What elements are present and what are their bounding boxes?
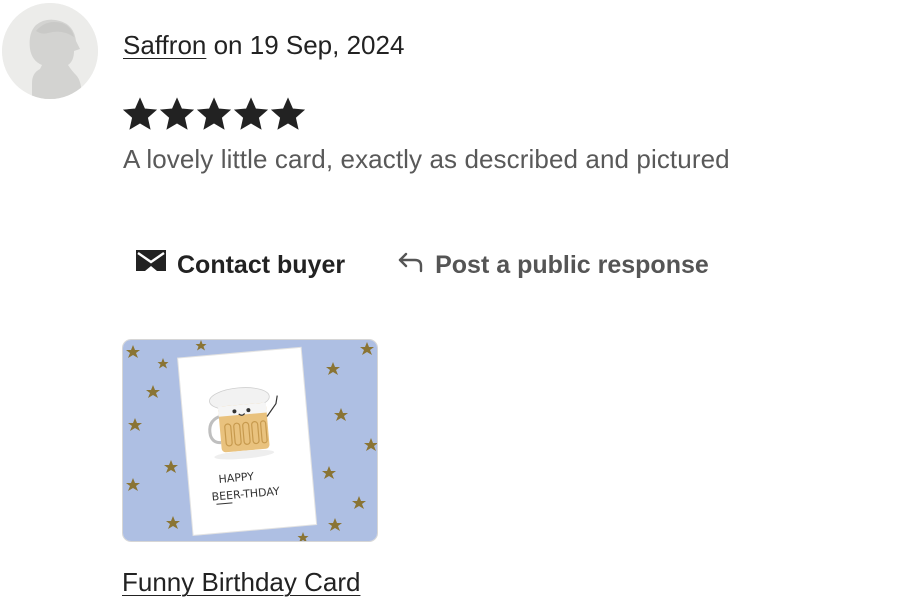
birthday-card-image: HAPPY BEER-THDAY xyxy=(123,340,377,541)
review-date: 19 Sep, 2024 xyxy=(249,30,405,60)
reviewer-avatar xyxy=(2,3,98,99)
default-user-silhouette-icon xyxy=(2,3,98,99)
star-icon xyxy=(270,97,306,130)
byline-on: on xyxy=(206,30,250,60)
reviewer-name-link[interactable]: Saffron xyxy=(123,30,206,60)
post-public-response-label: Post a public response xyxy=(435,250,709,279)
star-icon xyxy=(159,97,195,130)
star-icon xyxy=(196,97,232,130)
contact-buyer-button[interactable]: Contact buyer xyxy=(135,247,345,282)
star-icon xyxy=(233,97,269,130)
star-icon xyxy=(122,97,158,130)
envelope-icon xyxy=(135,247,167,282)
reply-arrow-icon xyxy=(397,247,425,282)
post-public-response-button[interactable]: Post a public response xyxy=(397,247,709,282)
review-actions: Contact buyer Post a public response xyxy=(135,247,709,282)
contact-buyer-label: Contact buyer xyxy=(177,250,346,279)
review-byline: Saffron on 19 Sep, 2024 xyxy=(123,28,404,62)
review-text: A lovely little card, exactly as describ… xyxy=(123,144,730,174)
star-rating xyxy=(122,95,306,133)
product-title-link[interactable]: Funny Birthday Card xyxy=(122,566,360,598)
product-thumbnail[interactable]: HAPPY BEER-THDAY xyxy=(122,339,378,542)
